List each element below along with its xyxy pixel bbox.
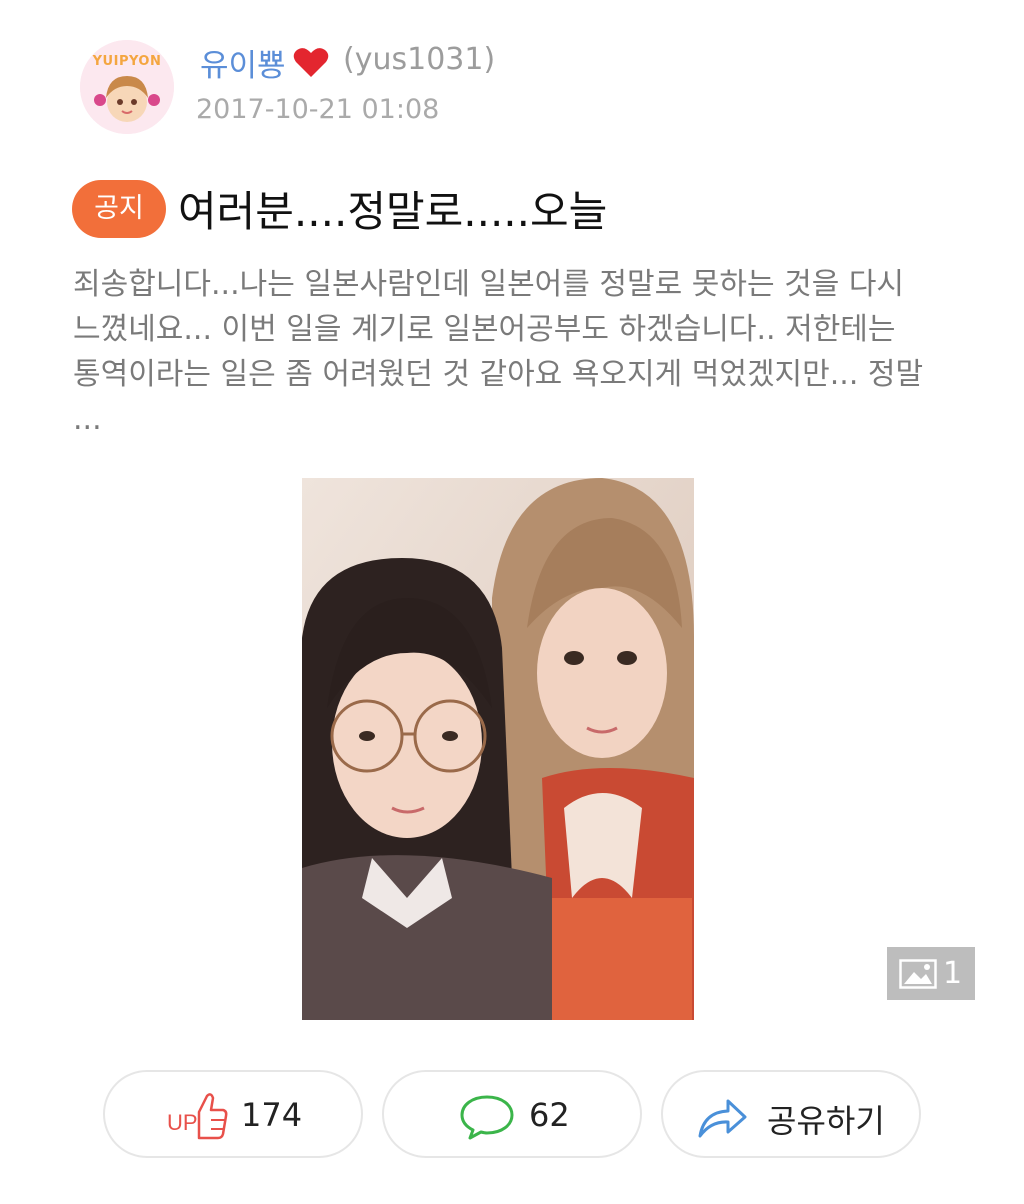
avatar-text: YUIPYON xyxy=(92,54,162,69)
comment-button[interactable]: 62 xyxy=(382,1070,642,1158)
comment-count: 62 xyxy=(529,1096,570,1134)
up-button[interactable]: UP 174 xyxy=(103,1070,363,1158)
share-label: 공유하기 xyxy=(767,1102,885,1140)
up-count: 174 xyxy=(241,1096,303,1134)
image-icon xyxy=(899,959,937,989)
post-body[interactable]: 죄송합니다...나는 일본사람인데 일본어를 정말로 못하는 것을 다시 느꼈네… xyxy=(73,262,953,442)
image-count-badge[interactable]: 1 xyxy=(887,947,975,1000)
avatar[interactable]: YUIPYON xyxy=(80,40,174,134)
image-count: 1 xyxy=(943,956,963,991)
red-heart-icon xyxy=(293,48,329,77)
up-icon-text: UP xyxy=(167,1110,198,1135)
post-photo[interactable] xyxy=(302,478,694,1020)
author-id[interactable]: (yus1031) xyxy=(343,42,495,77)
photo-image xyxy=(302,478,694,1020)
share-button[interactable]: 공유하기 xyxy=(661,1070,921,1158)
post-title[interactable]: 여러분....정말로.....오늘 xyxy=(178,178,607,239)
speech-bubble-icon xyxy=(460,1095,514,1140)
post-timestamp: 2017-10-21 01:08 xyxy=(196,94,440,125)
thumbs-up-icon: UP xyxy=(167,1093,228,1140)
author-name[interactable]: 유이뿅 xyxy=(200,40,286,85)
share-arrow-icon xyxy=(698,1099,747,1138)
notice-badge: 공지 xyxy=(72,180,166,238)
